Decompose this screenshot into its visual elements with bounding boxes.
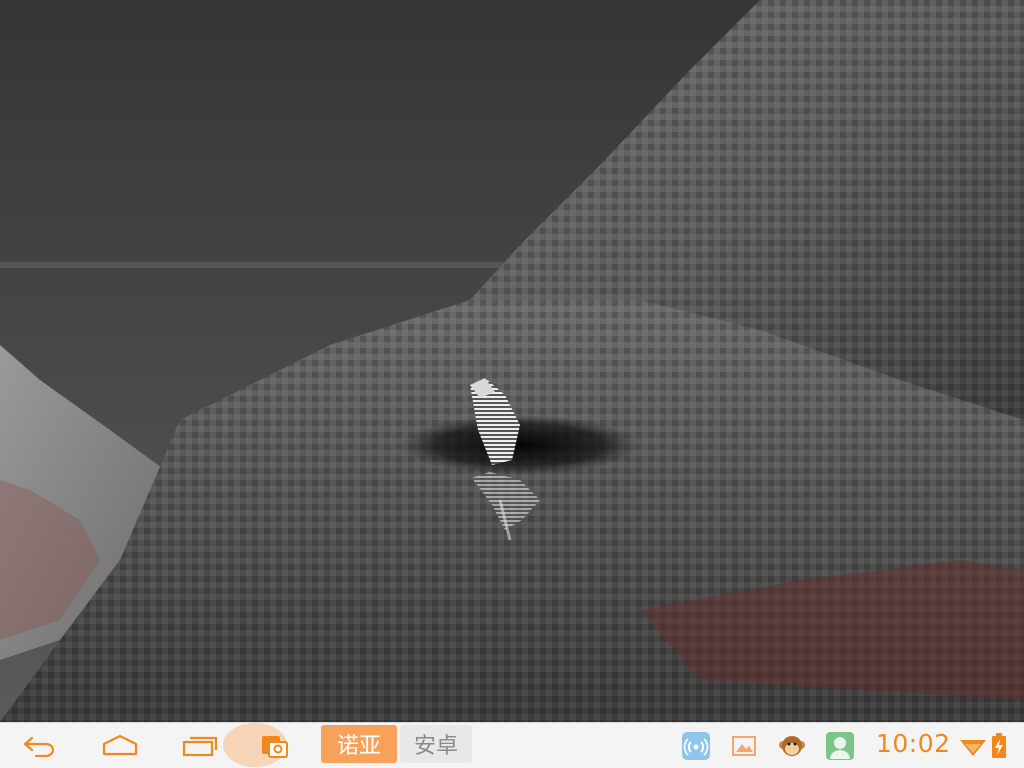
screenshot-icon (262, 736, 288, 758)
ime-tab-noah[interactable]: 诺亚 (321, 725, 397, 763)
battery-status (988, 731, 1010, 761)
ime-tab-android[interactable]: 安卓 (400, 725, 472, 763)
back-button[interactable] (10, 729, 70, 763)
tray-item-avatar[interactable] (825, 731, 855, 761)
wifi-status (958, 731, 988, 761)
back-arrow-icon (23, 736, 55, 757)
home-button[interactable] (90, 729, 150, 763)
game-viewport[interactable] (0, 0, 1024, 722)
home-icon (102, 734, 138, 756)
tray-item-monkey[interactable] (777, 731, 807, 761)
tray-item-wireless[interactable] (681, 731, 711, 761)
terrain-scene (0, 0, 1024, 722)
tray-item-gallery[interactable] (729, 731, 759, 761)
gallery-icon (732, 736, 756, 756)
wifi-icon (960, 740, 986, 756)
status-clock: 10:02 (876, 729, 951, 758)
battery-charging-icon (992, 733, 1006, 758)
screenshot-button[interactable] (223, 723, 310, 767)
system-navigation-bar: 诺亚 安卓 10:02 (0, 722, 1024, 768)
recent-apps-icon (182, 736, 218, 757)
avatar-app-icon (826, 732, 854, 760)
monkey-app-icon (779, 736, 805, 756)
wireless-debug-icon (682, 732, 710, 760)
